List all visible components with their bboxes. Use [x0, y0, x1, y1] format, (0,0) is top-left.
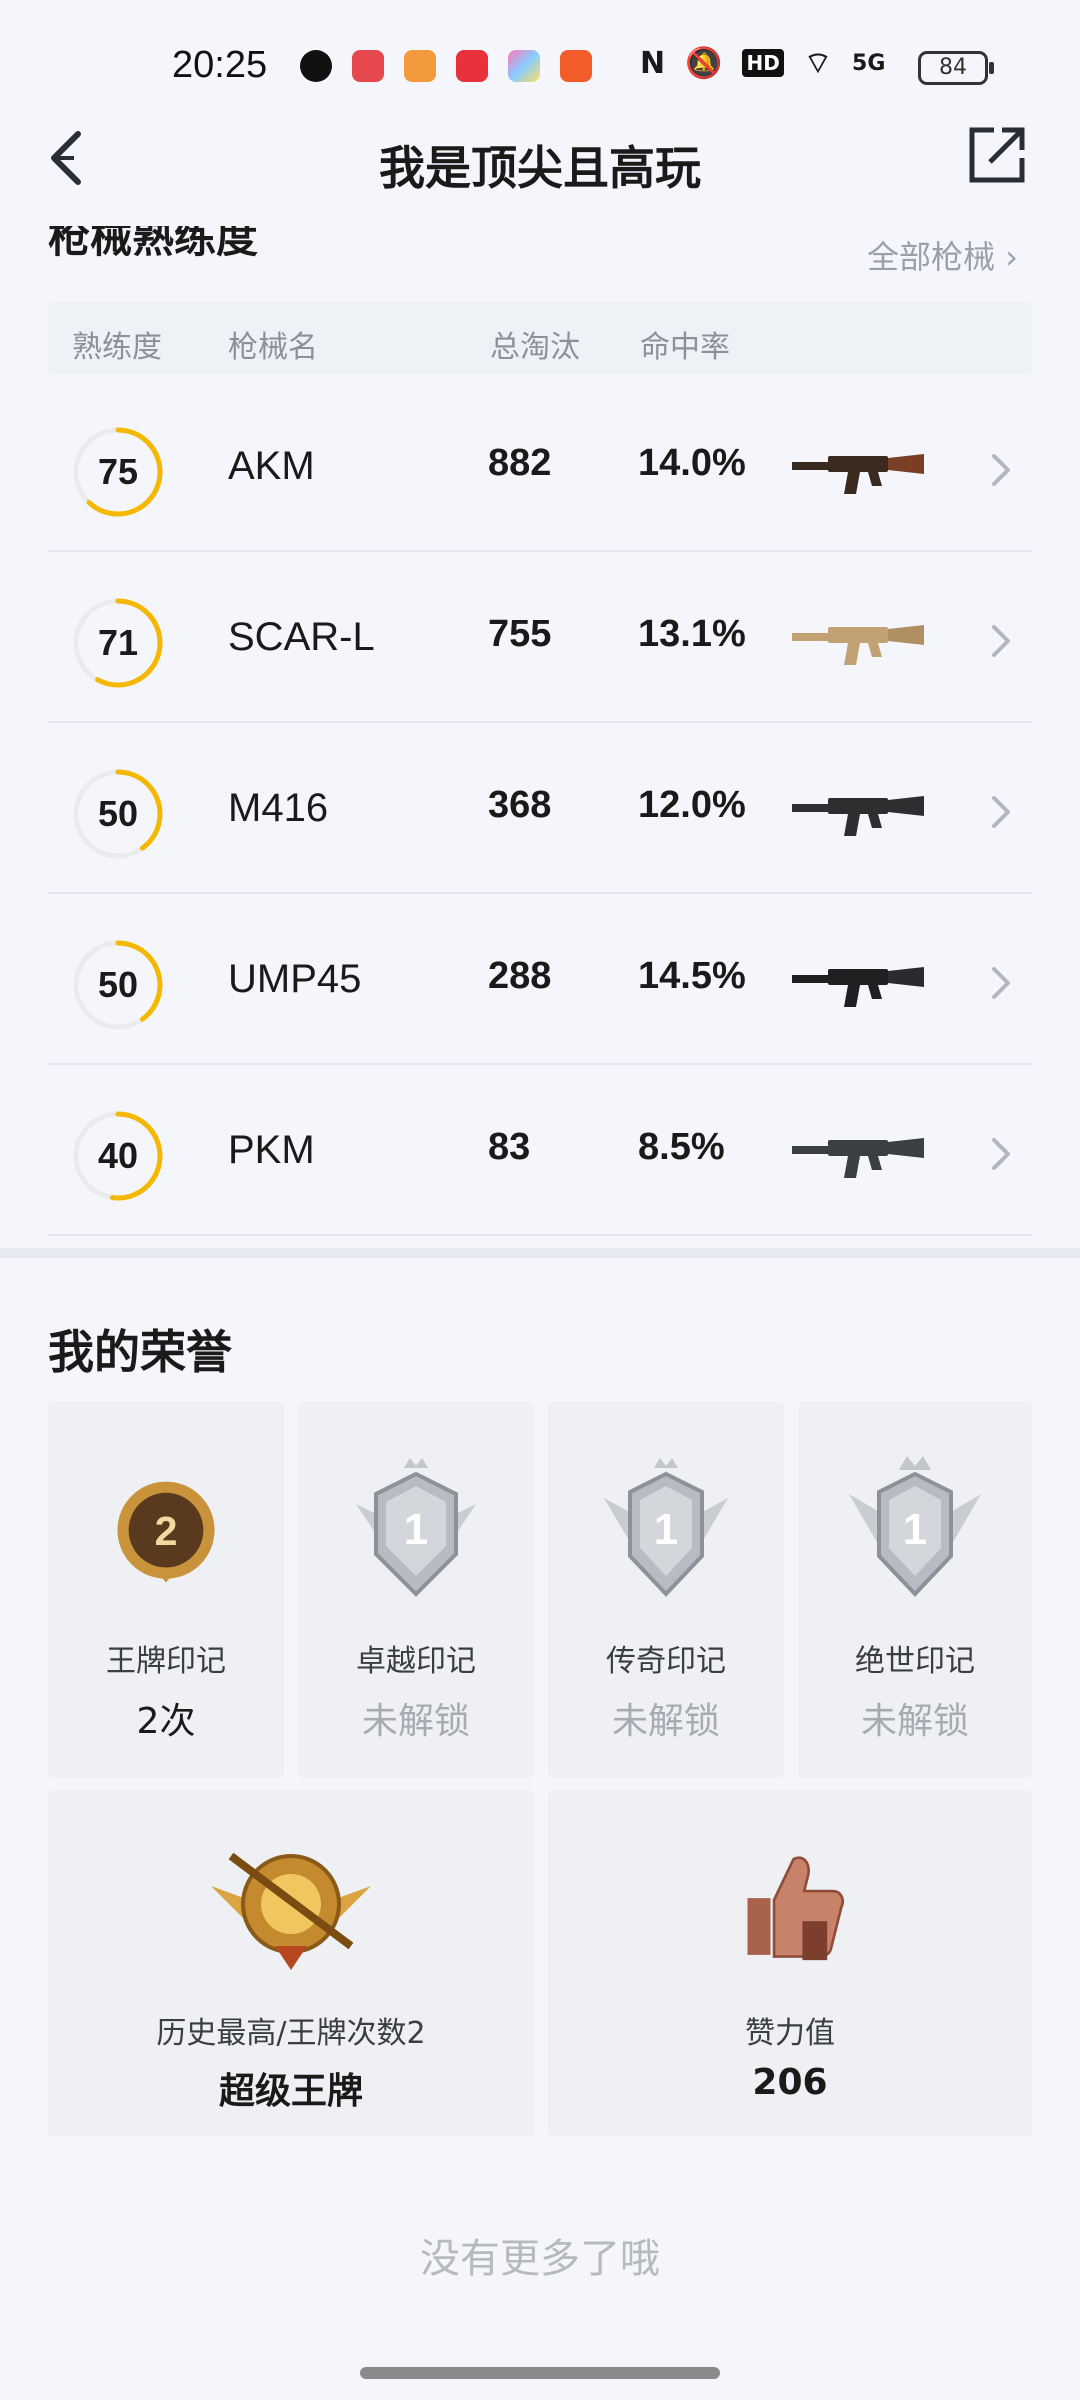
weapon-accuracy: 13.1% [638, 613, 746, 655]
weapon-image-icon [792, 796, 924, 836]
proficiency-value: 71 [97, 622, 139, 663]
honor-value: 未解锁 [361, 1701, 470, 1742]
honor-value: 未解锁 [860, 1701, 969, 1742]
weapon-name: UMP45 [228, 957, 362, 1001]
app-icon-game [404, 50, 436, 82]
mute-icon: 🔕 [685, 45, 723, 81]
chevron-right-icon [992, 454, 1010, 486]
app-icon-shield [300, 50, 332, 82]
honor-value: 未解锁 [611, 1701, 720, 1742]
weapon-accuracy: 12.0% [638, 784, 746, 826]
status-time: 20:25 [172, 44, 268, 86]
weapon-image-icon [792, 454, 924, 494]
weapon-kills: 368 [488, 784, 552, 826]
col-kills: 总淘汰 [490, 330, 580, 365]
honor-label: 传奇印记 [606, 1644, 726, 1679]
weapon-image-icon [792, 1138, 924, 1178]
legend-badge-number: 1 [654, 1505, 678, 1554]
weapon-accuracy: 8.5% [638, 1126, 725, 1168]
app-icon-video [352, 50, 384, 82]
weapon-image-icon [792, 625, 924, 665]
section-divider [0, 1248, 1080, 1258]
weapon-name: SCAR-L [228, 615, 375, 659]
weapon-section-title: 枪械熟练度 [48, 226, 259, 262]
honor-card-likes[interactable]: 赞力值 206 [548, 1790, 1032, 2136]
app-icon-photos [508, 50, 540, 82]
honor-value: 2次 [136, 1701, 196, 1742]
status-indicators: N 🔕 HD ⌔ 5G [640, 44, 885, 82]
super-ace-rank-icon [211, 1852, 371, 1970]
weapon-kills: 882 [488, 442, 552, 484]
chevron-right-icon [992, 1138, 1010, 1170]
battery-icon: 84 [918, 51, 994, 85]
honors-title: 我的荣誉 [48, 1325, 232, 1379]
page-title: 我是顶尖且高玩 [379, 141, 701, 195]
weapon-row[interactable]: 50 UMP45 288 14.5% [48, 893, 1032, 1065]
honor-card-excellence[interactable]: 1 卓越印记 未解锁 [298, 1402, 534, 1778]
weapon-kills: 755 [488, 613, 552, 655]
share-icon[interactable] [966, 124, 1028, 186]
honor-label: 卓越印记 [356, 1644, 476, 1679]
honor-card-peerless[interactable]: 1 绝世印记 未解锁 [798, 1402, 1032, 1778]
weapon-row[interactable]: 71 SCAR-L 755 13.1% [48, 551, 1032, 723]
weapon-accuracy: 14.0% [638, 442, 746, 484]
peerless-medal-icon: 1 [849, 1456, 981, 1597]
proficiency-value: 50 [97, 793, 139, 834]
app-icon-music [456, 50, 488, 82]
nfc-icon: N [640, 45, 666, 81]
honor-card-legend[interactable]: 1 传奇印记 未解锁 [548, 1402, 784, 1778]
weapon-row[interactable]: 40 PKM 83 8.5% [48, 1064, 1032, 1236]
ace-medal-icon: 2 [117, 1481, 215, 1583]
honor-value: 206 [752, 2062, 828, 2103]
all-weapons-link[interactable]: 全部枪械 › [867, 232, 1018, 278]
honor-card-highest-rank[interactable]: 历史最高/王牌次数2 超级王牌 [48, 1790, 534, 2136]
weapon-image-icon [792, 967, 924, 1007]
signal-icon: 5G [852, 50, 886, 76]
honor-label: 绝世印记 [855, 1644, 975, 1679]
hd-icon: HD [742, 49, 784, 77]
weapon-table-header: 熟练度 枪械名 总淘汰 命中率 [48, 302, 1032, 374]
weapon-row[interactable]: 75 AKM 882 14.0% [48, 380, 1032, 552]
top-nav: 我是顶尖且高玩 [0, 120, 1080, 200]
legend-medal-icon: 1 [604, 1458, 728, 1597]
ace-badge-number: 2 [155, 1508, 178, 1554]
app-icon-cf [560, 50, 592, 82]
weapon-kills: 288 [488, 955, 552, 997]
weapon-kills: 83 [488, 1126, 531, 1168]
weapon-accuracy: 14.5% [638, 955, 746, 997]
home-indicator[interactable] [360, 2367, 720, 2379]
thumbs-up-icon [747, 1856, 845, 1961]
weapon-name: M416 [228, 786, 329, 830]
proficiency-value: 75 [97, 451, 139, 492]
honor-label: 历史最高/王牌次数2 [156, 2016, 426, 2051]
peerless-badge-number: 1 [903, 1505, 927, 1554]
proficiency-value: 40 [97, 1135, 139, 1176]
weapon-name: AKM [228, 444, 315, 488]
weapon-name: PKM [228, 1128, 315, 1172]
col-accuracy: 命中率 [640, 330, 730, 365]
col-weapon-name: 枪械名 [228, 330, 318, 365]
status-bar: 20:25 N 🔕 HD ⌔ 5G 84 [0, 0, 1080, 130]
honor-card-ace[interactable]: 2 王牌印记 2次 [48, 1402, 284, 1778]
wifi-icon: ⌔ [803, 46, 833, 81]
proficiency-value: 50 [97, 964, 139, 1005]
chevron-right-icon [992, 625, 1010, 657]
honor-label: 王牌印记 [106, 1644, 226, 1679]
honor-label: 赞力值 [745, 2016, 835, 2051]
weapon-row[interactable]: 50 M416 368 12.0% [48, 722, 1032, 894]
excellence-badge-number: 1 [404, 1505, 428, 1554]
excellence-medal-icon: 1 [356, 1458, 476, 1597]
chevron-right-icon [992, 796, 1010, 828]
col-proficiency: 熟练度 [72, 330, 162, 365]
chevron-right-icon [992, 967, 1010, 999]
honor-value: 超级王牌 [218, 2071, 363, 2112]
no-more-text: 没有更多了哦 [420, 2236, 660, 2282]
